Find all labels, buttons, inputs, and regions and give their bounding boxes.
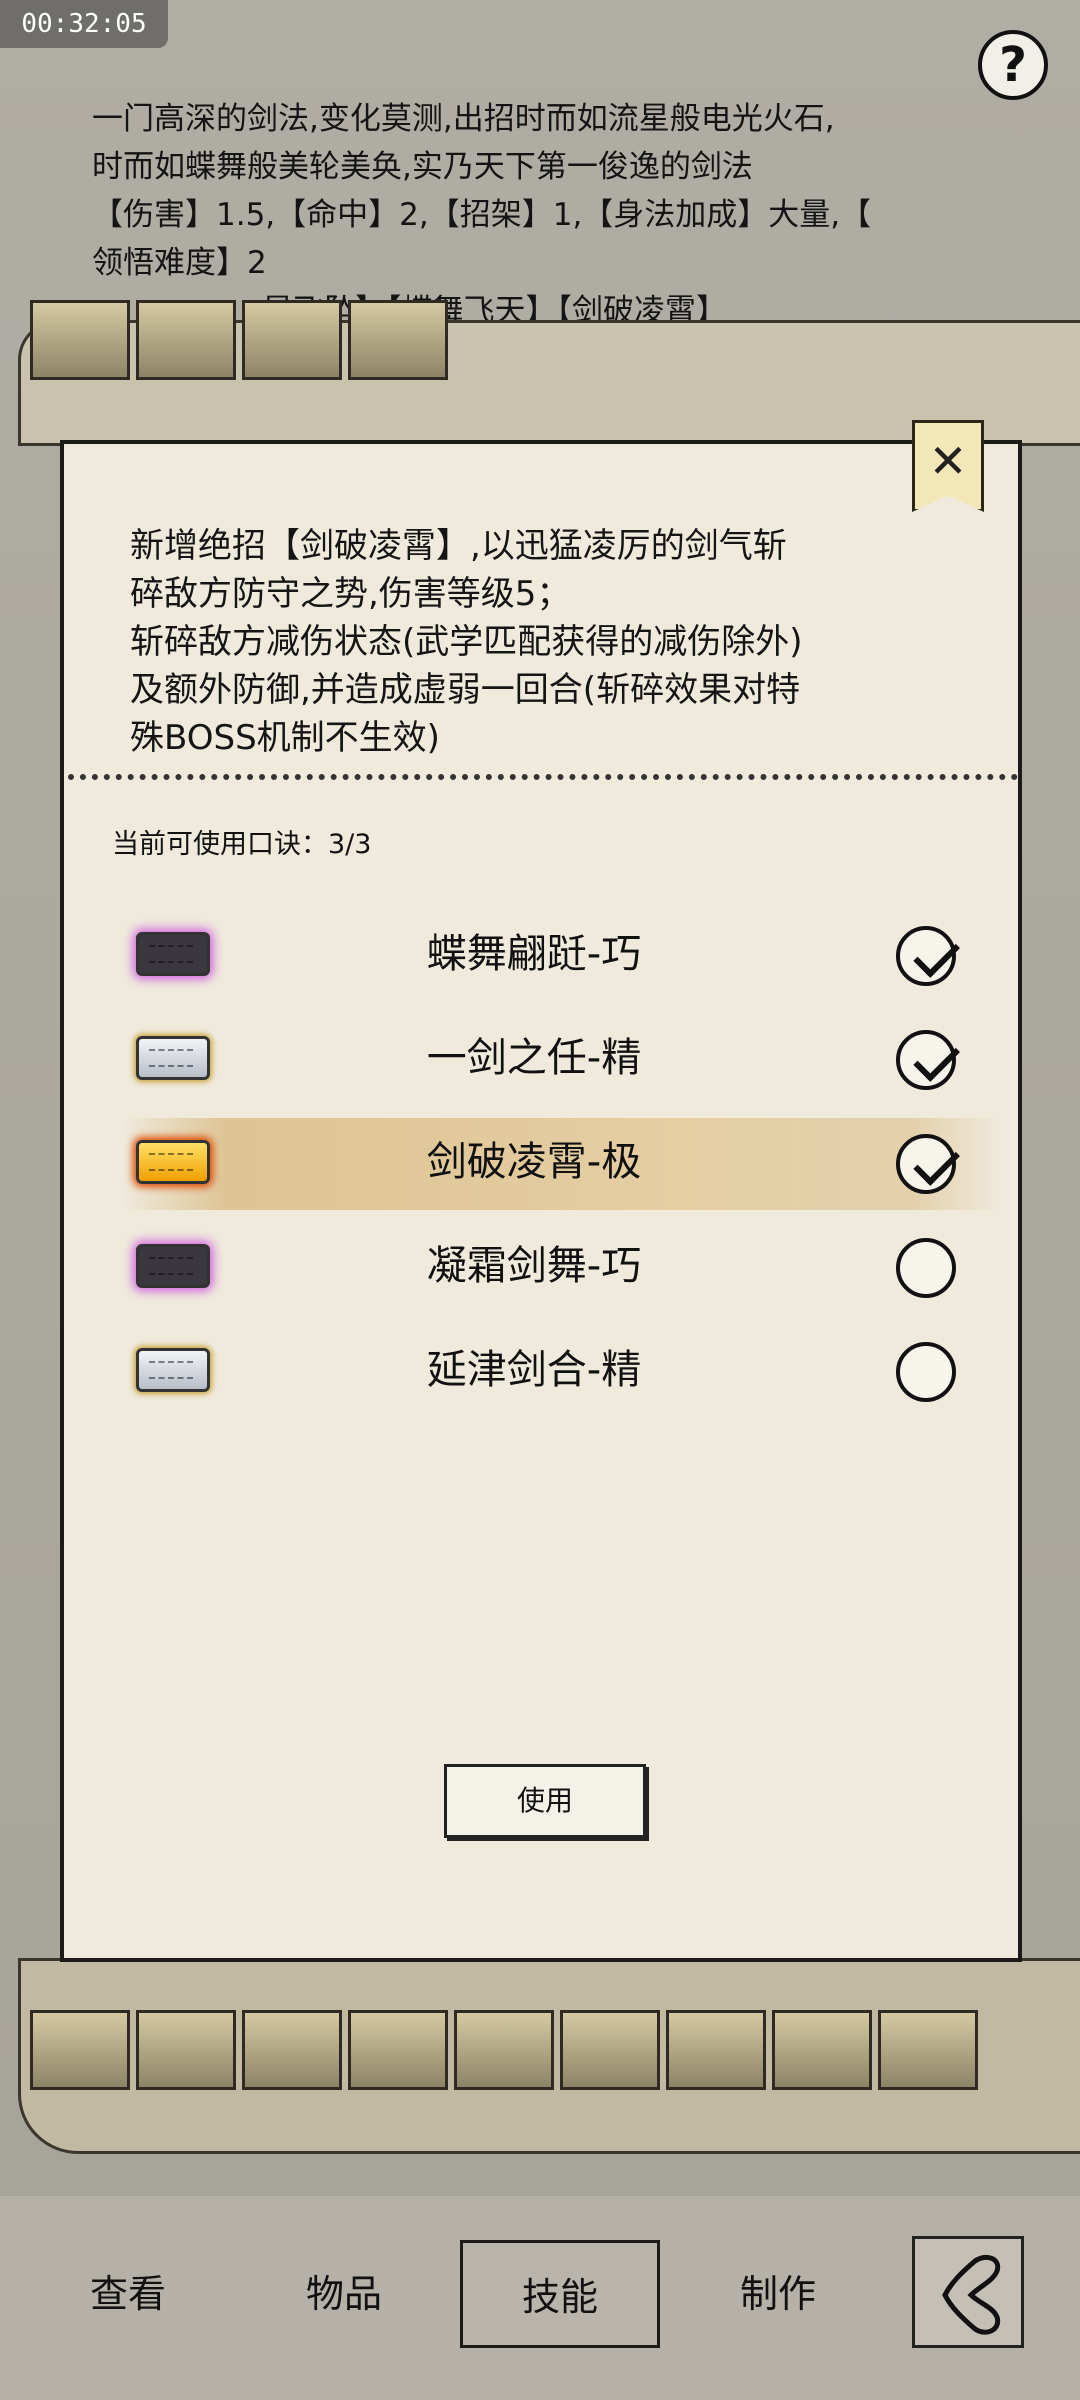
- use-button[interactable]: 使用: [444, 1764, 646, 1838]
- scroll-rod: [30, 2010, 130, 2090]
- formula-name: 一剑之任-精: [426, 1035, 642, 1081]
- formula-chip-icon: [136, 1140, 210, 1184]
- checkmark-icon: [913, 931, 960, 978]
- scroll-rod: [560, 2010, 660, 2090]
- checkbox-unchecked[interactable]: [896, 1238, 956, 1298]
- tab-items[interactable]: 物品: [264, 2240, 424, 2348]
- effect-line: 及额外防御,并造成虚弱一回合(斩碎效果对特: [130, 670, 801, 710]
- session-timer: 00:32:05: [0, 0, 168, 48]
- checkbox-unchecked[interactable]: [896, 1342, 956, 1402]
- bottom-tab-bar: 查看 物品 技能 制作: [0, 2196, 1080, 2400]
- description-line: 一门高深的剑法,变化莫测,出招时而如流星般电光火石,: [92, 101, 835, 137]
- checkbox-checked[interactable]: [896, 1134, 960, 1194]
- formula-name: 凝霜剑舞-巧: [426, 1243, 642, 1289]
- formula-row-highlighted[interactable]: 剑破凌霄-极: [64, 1108, 1018, 1212]
- scroll-rod: [348, 2010, 448, 2090]
- back-arrow-icon[interactable]: [912, 2236, 1024, 2348]
- checkmark-icon: [913, 1035, 960, 1082]
- count-label: 当前可使用口诀：: [112, 829, 328, 860]
- scroll-rod: [242, 2010, 342, 2090]
- formula-count: 当前可使用口诀：3/3: [112, 822, 371, 861]
- formula-chip-icon: [136, 1348, 210, 1392]
- tab-crafting[interactable]: 制作: [698, 2240, 858, 2348]
- checkmark-icon: [913, 1139, 960, 1186]
- formula-chip-icon: [136, 1244, 210, 1288]
- scroll-rod: [772, 2010, 872, 2090]
- scroll-rod: [30, 300, 130, 380]
- scroll-rods-top: [30, 300, 448, 380]
- description-line: 领悟难度】2: [92, 245, 267, 281]
- checkbox-checked[interactable]: [896, 926, 960, 986]
- effect-description: 新增绝招【剑破凌霄】,以迅猛凌厉的剑气斩 碎敌方防守之势,伤害等级5； 斩碎敌方…: [130, 522, 990, 762]
- scroll-rod: [242, 300, 342, 380]
- formula-name: 蝶舞翩跹-巧: [426, 931, 642, 977]
- skill-description: 一门高深的剑法,变化莫测,出招时而如流星般电光火石, 时而如蝶舞般美轮美奂,实乃…: [92, 95, 992, 329]
- dotted-divider: [68, 774, 1018, 780]
- scroll-rod: [878, 2010, 978, 2090]
- formula-row[interactable]: 延津剑合-精: [64, 1316, 1018, 1420]
- effect-line: 新增绝招【剑破凌霄】,以迅猛凌厉的剑气斩: [130, 526, 787, 566]
- tab-view[interactable]: 查看: [48, 2240, 208, 2348]
- formula-name: 剑破凌霄-极: [426, 1139, 642, 1185]
- description-line: 时而如蝶舞般美轮美奂,实乃天下第一俊逸的剑法: [92, 149, 753, 185]
- formula-chip-icon: [136, 932, 210, 976]
- checkbox-checked[interactable]: [896, 1030, 960, 1090]
- tab-skills[interactable]: 技能: [460, 2240, 660, 2348]
- effect-line: 斩碎敌方减伤状态(武学匹配获得的减伤除外): [130, 622, 803, 662]
- count-value: 3/3: [328, 829, 372, 860]
- formula-row[interactable]: 凝霜剑舞-巧: [64, 1212, 1018, 1316]
- effect-line: 殊BOSS机制不生效): [130, 718, 440, 758]
- formula-name: 延津剑合-精: [426, 1347, 642, 1393]
- scroll-rod: [136, 300, 236, 380]
- scroll-rods-bottom: [30, 2010, 978, 2090]
- scroll-rod: [666, 2010, 766, 2090]
- formula-row[interactable]: 蝶舞翩跹-巧: [64, 900, 1018, 1004]
- formula-chip-icon: [136, 1036, 210, 1080]
- description-line: 【伤害】1.5,【命中】2,【招架】1,【身法加成】大量,【: [92, 197, 872, 233]
- scroll-rod: [348, 300, 448, 380]
- scroll-rod: [136, 2010, 236, 2090]
- effect-line: 碎敌方防守之势,伤害等级5；: [130, 574, 571, 614]
- scroll-rod: [454, 2010, 554, 2090]
- help-button[interactable]: ?: [978, 30, 1048, 100]
- formula-list: 蝶舞翩跹-巧 一剑之任-精 剑破凌霄-极 凝霜剑舞-巧 延津剑合-精: [64, 900, 1018, 1420]
- skill-formula-dialog: 新增绝招【剑破凌霄】,以迅猛凌厉的剑气斩 碎敌方防守之势,伤害等级5； 斩碎敌方…: [60, 440, 1022, 1962]
- formula-row[interactable]: 一剑之任-精: [64, 1004, 1018, 1108]
